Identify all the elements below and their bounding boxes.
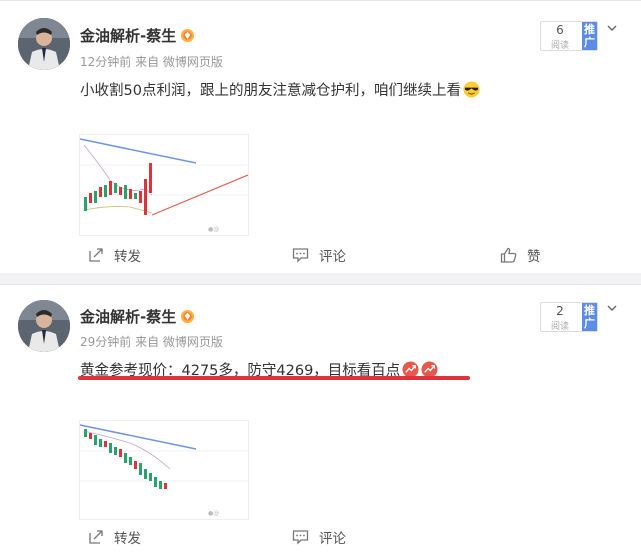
post-text-content: 小收割50点利润，跟上的朋友注意减仓护利，咱们继续上看 [80,83,461,99]
repost-icon [89,248,103,262]
vip-badge-icon[interactable] [180,309,195,324]
post-actions: 转发 评论 [0,527,641,547]
comment-icon [292,530,309,545]
like-label: 赞 [527,249,541,265]
post-actions: 转发 评论 赞 [0,245,641,265]
repost-button[interactable]: 转发 [88,527,141,547]
author-name[interactable]: 金油解析-蔡生 [80,306,176,327]
like-button[interactable]: 赞 [500,245,541,265]
repost-button[interactable]: 转发 [88,245,141,265]
comment-label: 评论 [319,531,346,547]
sunglasses-emoji-icon [463,81,480,98]
author-name[interactable]: 金油解析-蔡生 [80,25,176,46]
post-text: 小收割50点利润，跟上的朋友注意减仓护利，咱们继续上看 [80,79,480,100]
svg-text:●@: ●@ [208,510,219,517]
weibo-post-1: 金油解析-蔡生 12分钟前 来自 微博网页版 6 阅读 推广 小收割50点利润，… [0,0,641,273]
highlight-underline [78,376,470,380]
svg-text:●@: ●@ [208,226,219,233]
like-icon [500,247,517,263]
read-count: 6 [556,23,564,37]
promote-button[interactable]: 推广 [582,22,597,50]
post-chart-image[interactable]: ●@ [79,134,249,236]
comment-button[interactable]: 评论 [292,527,346,547]
repost-label: 转发 [114,531,141,547]
repost-icon [89,530,103,544]
weibo-post-2: 金油解析-蔡生 29分钟前 来自 微博网页版 2 阅读 推广 黄金参考现价：42… [0,284,641,552]
post-meta: 12分钟前 来自 微博网页版 [80,55,223,69]
read-count-box[interactable]: 2 阅读 推广 [540,302,598,332]
post-meta: 29分钟前 来自 微博网页版 [80,335,223,349]
promote-label: 推广 [584,304,595,330]
repost-label: 转发 [114,249,141,265]
avatar-image [18,300,70,352]
read-label: 阅读 [550,41,569,51]
more-chevron-icon[interactable] [607,23,617,33]
avatar-image [18,18,70,70]
comment-button[interactable]: 评论 [292,245,346,265]
read-label: 阅读 [550,322,569,332]
post-chart-image[interactable]: ●@ [79,420,249,520]
vip-badge-icon[interactable] [180,28,195,43]
author-avatar[interactable] [18,18,70,70]
author-avatar[interactable] [18,300,70,352]
comment-label: 评论 [319,249,346,265]
more-chevron-icon[interactable] [607,303,617,313]
promote-label: 推广 [584,23,595,49]
read-count: 2 [556,304,564,318]
promote-button[interactable]: 推广 [582,303,597,331]
comment-icon [292,248,309,263]
read-count-box[interactable]: 6 阅读 推广 [540,21,598,51]
